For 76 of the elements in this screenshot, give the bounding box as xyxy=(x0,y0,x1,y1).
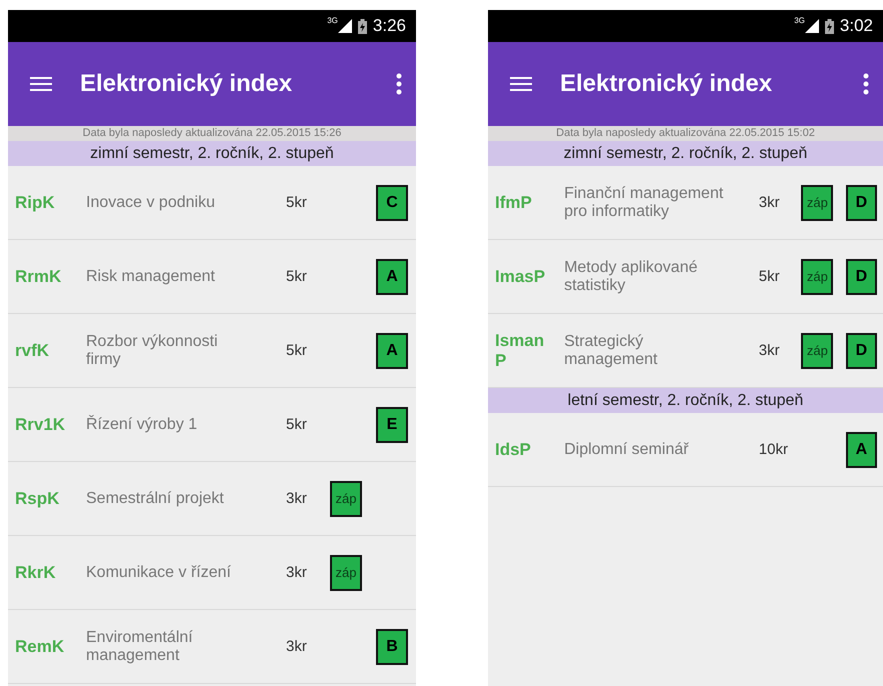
course-credits: 5kr xyxy=(286,416,308,433)
grade-badge: D xyxy=(846,332,878,368)
course-row[interactable]: rvfK Rozbor výkonnosti firmy 5kr A xyxy=(8,314,416,388)
course-code: ImasP xyxy=(495,266,546,286)
grade-badge: A xyxy=(846,432,878,468)
menu-icon[interactable] xyxy=(30,77,52,91)
grade-badge: C xyxy=(376,184,408,220)
course-name: Diplomní seminář xyxy=(564,440,690,458)
course-name: Strategický management xyxy=(564,332,658,368)
network-type: 3G xyxy=(794,16,805,25)
course-code: RrmK xyxy=(15,266,62,286)
course-name: Komunikace v řízení xyxy=(86,564,232,582)
course-name: Inovace v podniku xyxy=(86,194,216,212)
course-credits: 5kr xyxy=(286,268,308,285)
course-code: rvfK xyxy=(15,340,50,360)
course-code: Rrv1K xyxy=(15,414,66,434)
course-row[interactable]: IdsP Diplomní seminář 10kr A xyxy=(488,413,883,487)
course-row[interactable]: RkrK Komunikace v řízení 3kr záp xyxy=(8,536,416,610)
signal-icon xyxy=(804,19,819,33)
course-row[interactable]: IfmP Finanční management pro informatiky 3kr záp D xyxy=(488,166,883,240)
more-options-icon[interactable] xyxy=(396,73,402,95)
course-code: RkrK xyxy=(15,562,57,582)
course-credits: 3kr xyxy=(758,194,781,211)
course-name: Řízení výroby 1 xyxy=(86,416,198,434)
battery-icon xyxy=(824,18,834,34)
course-row[interactable]: RspK Semestrální projekt 3kr záp xyxy=(8,462,416,536)
battery-icon xyxy=(358,18,367,34)
course-code: Isman P xyxy=(495,330,546,370)
course-row[interactable]: RrmK Risk management 5kr A xyxy=(8,240,416,314)
app-title: Elektronický index xyxy=(80,70,294,98)
course-credits: 10kr xyxy=(758,441,789,458)
last-updated-bar: Data byla naposledy aktualizována 22.05.2015 15:26 xyxy=(8,126,416,141)
course-name: Rozbor výkonnosti firmy xyxy=(86,332,219,368)
course-code: IfmP xyxy=(495,192,533,212)
grade-badge: E xyxy=(376,406,408,442)
grade-badge: D xyxy=(846,184,878,220)
course-code: RemK xyxy=(15,636,66,656)
course-name: Risk management xyxy=(86,268,216,286)
course-credits: 5kr xyxy=(286,342,308,359)
course-row[interactable]: ImasP Metody aplikované statistiky 5kr záp D xyxy=(488,240,883,314)
course-credits: 3kr xyxy=(286,564,308,581)
course-credits: 5kr xyxy=(758,268,781,285)
credit-badge: záp xyxy=(330,480,362,516)
semester-header: letní semestr, 2. ročník, 2. stupeň xyxy=(488,388,883,413)
last-updated-bar: Data byla naposledy aktualizována 22.05.2015 15:02 xyxy=(488,126,883,141)
course-name: Semestrální projekt xyxy=(86,490,225,508)
grade-badge: B xyxy=(376,628,408,664)
clock: 3:26 xyxy=(372,16,406,36)
course-credits: 5kr xyxy=(286,194,308,211)
course-credits: 3kr xyxy=(286,490,308,507)
course-row[interactable]: RipK Inovace v podniku 5kr C xyxy=(8,166,416,240)
course-code: RipK xyxy=(15,192,56,212)
credit-badge: záp xyxy=(330,554,362,590)
credit-badge: záp xyxy=(801,258,834,294)
course-credits: 3kr xyxy=(758,342,781,359)
menu-icon[interactable] xyxy=(510,77,532,91)
network-type: 3G xyxy=(327,16,338,25)
semester-header: zimní semestr, 2. ročník, 2. stupeň xyxy=(488,141,883,166)
course-code: IdsP xyxy=(495,440,532,460)
app-title: Elektronický index xyxy=(560,70,774,98)
signal-icon xyxy=(338,19,352,33)
course-name: Finanční management pro informatiky xyxy=(564,184,724,220)
clock: 3:02 xyxy=(840,16,873,36)
credit-badge: záp xyxy=(801,332,834,368)
semester-header: zimní semestr, 2. ročník, 2. stupeň xyxy=(8,141,416,166)
grade-badge: D xyxy=(846,258,878,294)
course-credits: 3kr xyxy=(286,638,308,655)
grade-badge: A xyxy=(376,332,408,368)
course-name: Enviromentální management xyxy=(86,628,194,664)
course-row[interactable]: RemK Enviromentální management 3kr B xyxy=(8,610,416,684)
more-options-icon[interactable] xyxy=(863,73,869,95)
credit-badge: záp xyxy=(801,184,834,220)
course-code: RspK xyxy=(15,488,60,508)
grade-badge: A xyxy=(376,258,408,294)
course-row[interactable]: Rrv1K Řízení výroby 1 5kr E xyxy=(8,388,416,462)
course-name: Metody aplikované statistiky xyxy=(564,258,698,294)
